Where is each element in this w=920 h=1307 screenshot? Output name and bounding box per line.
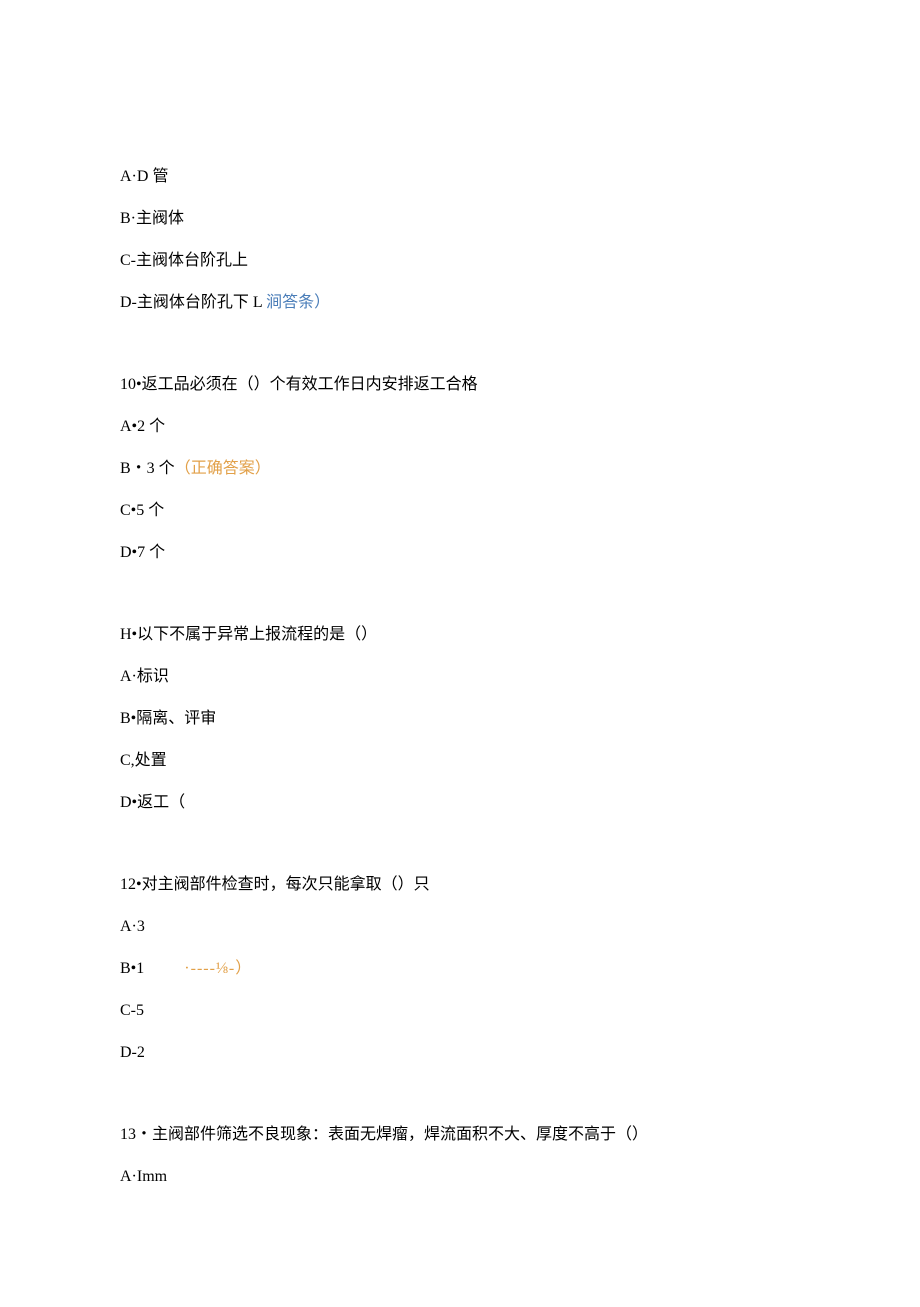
q13-stem: 13・主阀部件筛选不良现象：表面无焊瘤，焊流面积不大、厚度不高于（） bbox=[120, 1123, 800, 1147]
q9-answer-marker: 涧答条） bbox=[266, 294, 330, 311]
q11-option-a: A·标识 bbox=[120, 665, 800, 689]
q12-option-d: D-2 bbox=[120, 1041, 800, 1065]
q12-stem: 12•对主阀部件检查时，每次只能拿取（）只 bbox=[120, 873, 800, 897]
q11-option-c: C,处置 bbox=[120, 749, 800, 773]
q10-option-b-text: B・3 个 bbox=[120, 460, 175, 477]
q10-option-c: C•5 个 bbox=[120, 499, 800, 523]
q9-option-a: A·D 管 bbox=[120, 165, 800, 189]
q12-option-c: C-5 bbox=[120, 999, 800, 1023]
q10-stem: 10•返工品必须在（）个有效工作日内安排返工合格 bbox=[120, 373, 800, 397]
q10-option-a: A•2 个 bbox=[120, 415, 800, 439]
q11-option-b: B•隔离、评审 bbox=[120, 707, 800, 731]
q10-option-d: D•7 个 bbox=[120, 541, 800, 565]
q9-option-d: D-主阀体台阶孔下 L 涧答条） bbox=[120, 291, 800, 315]
q9-option-d-text: D-主阀体台阶孔下 L bbox=[120, 294, 266, 311]
q12-option-b: B•1 ·----⅛-） bbox=[120, 957, 800, 981]
q9-option-b: B·主阀体 bbox=[120, 207, 800, 231]
q10-option-b: B・3 个（正确答案） bbox=[120, 457, 800, 481]
q12-option-a: A·3 bbox=[120, 915, 800, 939]
q10-correct-answer: （正确答案） bbox=[175, 460, 271, 477]
q13-option-a: A·Imm bbox=[120, 1165, 800, 1189]
q9-option-c: C-主阀体台阶孔上 bbox=[120, 249, 800, 273]
q11-stem: H•以下不属于异常上报流程的是（） bbox=[120, 623, 800, 647]
document-page: A·D 管 B·主阀体 C-主阀体台阶孔上 D-主阀体台阶孔下 L 涧答条） 1… bbox=[0, 0, 920, 1307]
q11-option-d: D•返工（ bbox=[120, 791, 800, 815]
q12-option-b-text: B•1 bbox=[120, 960, 144, 977]
q12-correct-marker: ·----⅛-） bbox=[184, 960, 252, 977]
